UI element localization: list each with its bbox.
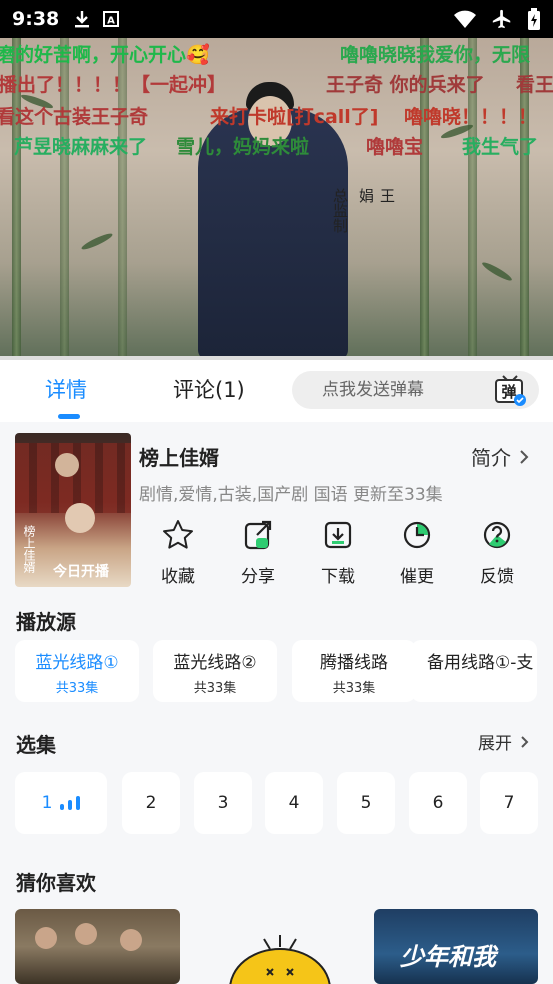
episode-button[interactable]: 4 [265, 772, 323, 834]
episode-button[interactable]: 3 [194, 772, 252, 834]
cartoon-mascot-image [229, 935, 331, 984]
danmaku-item: 我生气了 [462, 136, 539, 158]
danmaku-item: 芦昱晓麻麻来了 [14, 136, 148, 158]
question-icon [483, 521, 511, 549]
wifi-icon [454, 10, 476, 28]
expand-episodes-button[interactable]: 展开 [478, 729, 529, 754]
recommend-title: 猜你喜欢 [16, 871, 96, 895]
danmaku-item: 嚕嚕宝 [366, 136, 424, 158]
episode-button[interactable]: 2 [122, 772, 180, 834]
detail-content: 榜上佳婿 今日开播 榜上佳婿 简介 剧情,爱情,古装,国产剧 国语 更新至33集… [0, 422, 553, 984]
poster-side-text: 榜上佳婿 [22, 525, 36, 573]
chevron-right-icon [521, 735, 529, 748]
video-player[interactable]: 总监制 王娟 磨的好苦啊，开心开心🥰 嚕嚕晓晓我爱你，无限 播出了！！！！【一起… [0, 38, 553, 360]
recommend-item[interactable] [195, 909, 360, 984]
intro-label: 简介 [471, 446, 511, 470]
clock-icon [403, 521, 431, 549]
tab-details[interactable]: 详情 [45, 374, 87, 404]
episode-button[interactable]: 7 [480, 772, 538, 834]
action-bar: 收藏 分享 下载 催更 反馈 [146, 518, 546, 588]
episode-button[interactable]: 6 [409, 772, 467, 834]
share-icon [244, 520, 272, 550]
favorite-button[interactable]: 收藏 [148, 518, 208, 587]
svg-text:A: A [107, 16, 115, 27]
show-poster[interactable]: 榜上佳婿 今日开播 [15, 433, 131, 587]
download-icon [75, 11, 90, 28]
recommend-item[interactable]: 少年和我 [374, 909, 538, 984]
chevron-right-icon [520, 449, 529, 464]
danmaku-item: 播出了！！！！【一起冲】 [0, 74, 227, 96]
source-card[interactable]: 蓝光线路① 共33集 [15, 640, 139, 702]
episode-button[interactable]: 1 [15, 772, 107, 834]
danmaku-toggle-icon[interactable]: 弹 [494, 374, 526, 406]
star-icon [163, 520, 193, 549]
detail-tabs: 详情 评论(1) 点我发送弹幕 弹 [0, 360, 553, 422]
download-icon [324, 521, 352, 549]
sources-title: 播放源 [16, 610, 76, 634]
danmaku-item: 看这个古装王子奇 [0, 106, 149, 128]
intro-button[interactable]: 简介 [471, 442, 529, 471]
source-card[interactable]: 备用线路①-支 [411, 640, 537, 702]
remind-update-button[interactable]: 催更 [387, 518, 447, 587]
recommend-item[interactable] [15, 909, 180, 984]
tab-comments[interactable]: 评论(1) [173, 374, 245, 404]
danmaku-item: 王子奇 你的兵来了 [326, 74, 485, 96]
danmaku-item: 来打卡啦[打call了] [210, 106, 379, 128]
show-title: 榜上佳婿 [139, 446, 219, 470]
tab-indicator [58, 414, 80, 419]
danmaku-item: 嚕嚕晓晓我爱你，无限 [340, 44, 531, 66]
danmaku-item: 雪儿，妈妈来啦 [176, 136, 310, 158]
danmaku-item: 磨的好苦啊，开心开心🥰 [0, 44, 210, 66]
danmaku-item: 嚕嚕晓！！！！ [404, 106, 538, 128]
danmaku-item: 看王 [516, 74, 553, 96]
source-card[interactable]: 蓝光线路② 共33集 [153, 640, 277, 702]
text-icon: A [103, 11, 120, 27]
download-button[interactable]: 下载 [308, 518, 368, 587]
source-card[interactable]: 腾播线路 共33集 [292, 640, 416, 702]
share-button[interactable]: 分享 [228, 518, 288, 587]
airplane-icon [492, 9, 511, 29]
status-time: 9:38 [12, 8, 60, 30]
episode-button[interactable]: 5 [337, 772, 395, 834]
show-tags: 剧情,爱情,古装,国产剧 国语 更新至33集 [139, 485, 443, 505]
episodes-title: 选集 [16, 733, 56, 757]
poster-caption: 今日开播 [53, 564, 109, 580]
battery-icon [528, 8, 540, 30]
feedback-button[interactable]: 反馈 [467, 518, 527, 587]
video-signature-small: 总监制 [331, 188, 349, 233]
playing-indicator-icon [60, 796, 81, 810]
status-bar: 9:38 A [0, 0, 553, 38]
video-signature: 王娟 [357, 188, 396, 203]
